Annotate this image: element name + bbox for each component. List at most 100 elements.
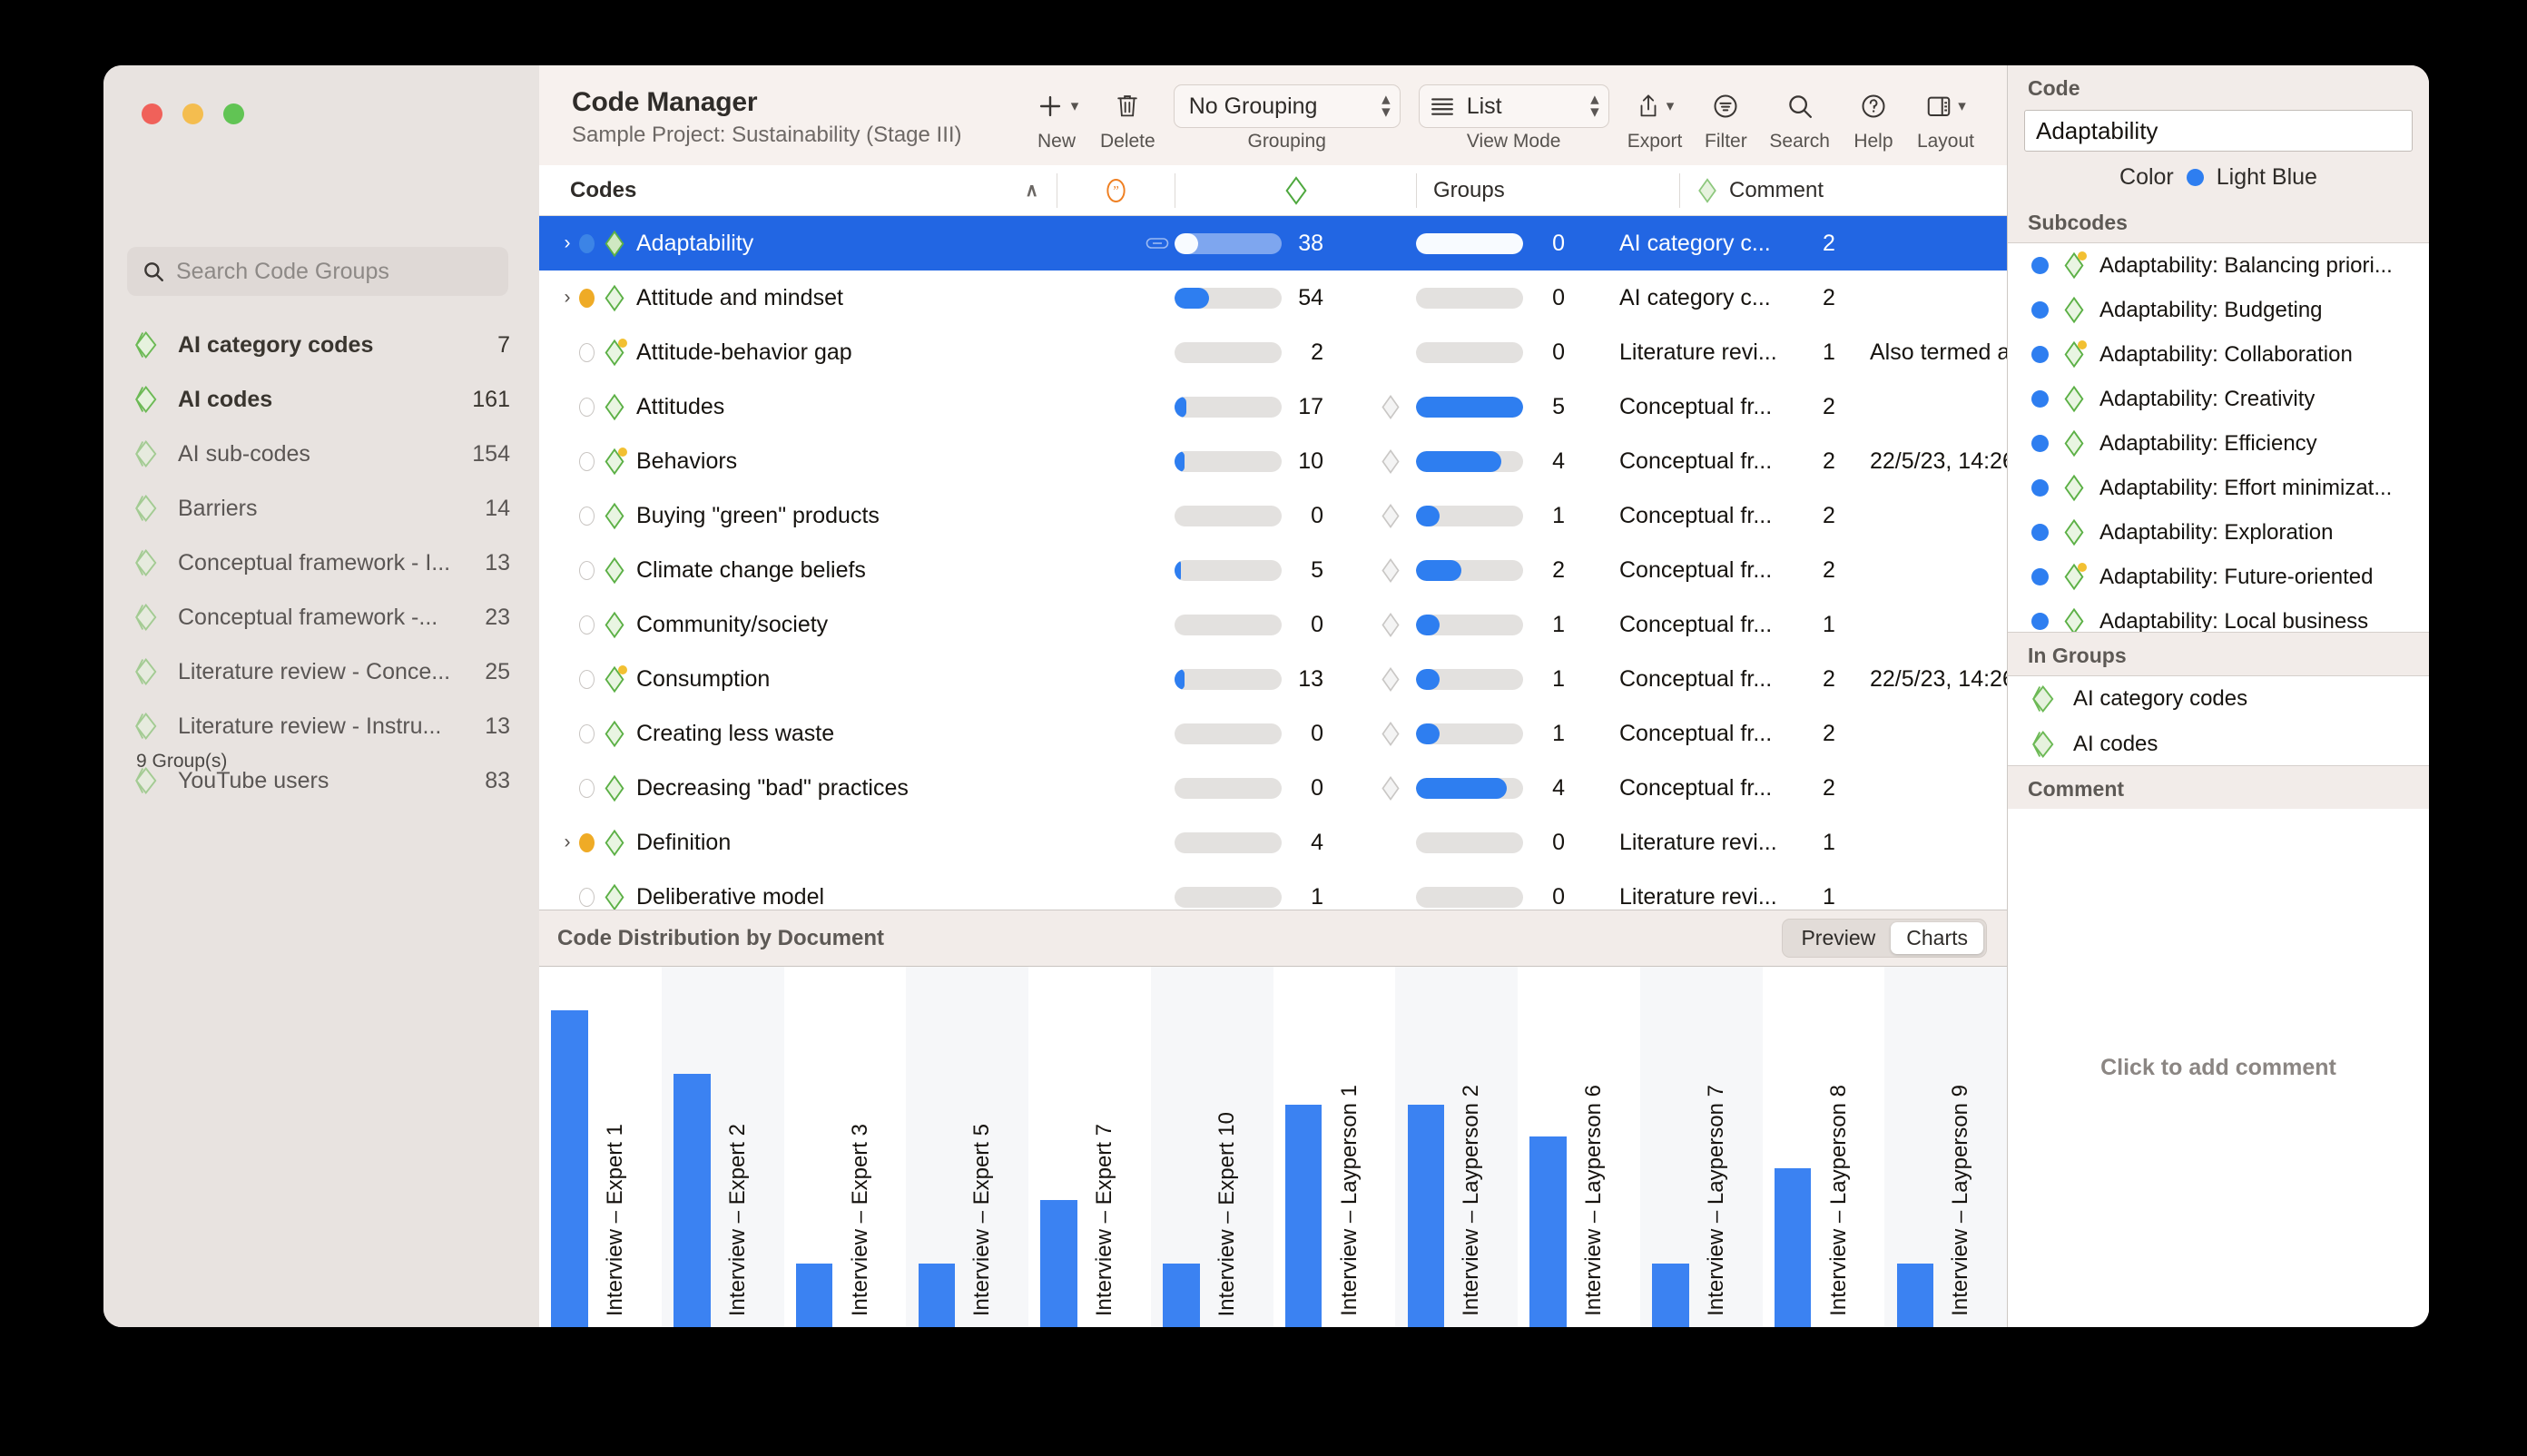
- search-button[interactable]: Search: [1760, 84, 1839, 152]
- code-diamond-icon: [2063, 251, 2085, 280]
- subcode-row[interactable]: Adaptability: Balancing priori...: [2008, 243, 2429, 288]
- tab-preview[interactable]: Preview: [1785, 922, 1891, 954]
- quotation-bar: [1175, 615, 1282, 635]
- table-row[interactable]: ›Definition40Literature revi...1: [539, 815, 2007, 870]
- chart-bar[interactable]: [1285, 1105, 1322, 1327]
- chart-bar[interactable]: [796, 1264, 832, 1327]
- code-color-row[interactable]: Color Light Blue: [2008, 152, 2429, 200]
- sidebar-item[interactable]: Barriers14: [103, 481, 539, 536]
- table-row[interactable]: Attitudes175Conceptual fr...2: [539, 379, 2007, 434]
- sidebar-item[interactable]: Conceptual framework - I...13: [103, 536, 539, 590]
- column-header-comment[interactable]: Comment: [1679, 173, 2007, 208]
- app-window: Search Code Groups AI category codes7AI …: [103, 65, 2429, 1327]
- chart-bar[interactable]: [1529, 1136, 1566, 1327]
- grouping-select[interactable]: No Grouping ▴▾: [1174, 84, 1401, 128]
- disclosure-triangle-icon[interactable]: ›: [556, 232, 579, 254]
- quotation-count-cell: 13: [1175, 666, 1365, 693]
- subcode-row[interactable]: Adaptability: Creativity: [2008, 377, 2429, 421]
- column-header-groups[interactable]: Groups: [1416, 173, 1679, 208]
- subcode-row[interactable]: Adaptability: Effort minimizat...: [2008, 466, 2429, 510]
- minimize-button[interactable]: [182, 103, 203, 124]
- code-diamond-icon: [2063, 474, 2085, 502]
- quotation-count: 0: [1293, 775, 1323, 802]
- density-count-cell: 0: [1416, 285, 1607, 311]
- table-row[interactable]: ›Attitude and mindset540AI category c...…: [539, 271, 2007, 325]
- sidebar-item[interactable]: AI category codes7: [103, 318, 539, 372]
- view-mode-select[interactable]: List ▴▾: [1419, 84, 1609, 128]
- export-button[interactable]: ▾ Export: [1618, 84, 1692, 152]
- help-button[interactable]: Help: [1839, 84, 1908, 152]
- table-row[interactable]: Decreasing "bad" practices04Conceptual f…: [539, 761, 2007, 815]
- chart-bar[interactable]: [1408, 1105, 1444, 1327]
- chart-bar[interactable]: [1040, 1200, 1077, 1327]
- chart-bar[interactable]: [674, 1074, 710, 1327]
- subcode-row[interactable]: Adaptability: Exploration: [2008, 510, 2429, 555]
- subcode-row[interactable]: Adaptability: Future-oriented: [2008, 555, 2429, 599]
- chart-bar[interactable]: [1897, 1264, 1933, 1327]
- preview-charts-toggle[interactable]: Preview Charts: [1782, 919, 1987, 958]
- density-icon-cell: [1365, 503, 1416, 529]
- grouping-control[interactable]: No Grouping ▴▾ Grouping: [1165, 84, 1410, 152]
- chart-header: Code Distribution by Document Preview Ch…: [539, 910, 2007, 967]
- chart-bar[interactable]: [1163, 1264, 1199, 1327]
- table-row[interactable]: ›Adaptability380AI category c...2: [539, 216, 2007, 271]
- code-color-dot-icon: [579, 398, 595, 417]
- search-icon: [142, 260, 165, 283]
- table-row[interactable]: Community/society01Conceptual fr...1: [539, 597, 2007, 652]
- table-row[interactable]: Creating less waste01Conceptual fr...2: [539, 706, 2007, 761]
- subcode-row[interactable]: Adaptability: Collaboration: [2008, 332, 2429, 377]
- chart-bar[interactable]: [1775, 1168, 1811, 1327]
- code-color-dot-icon: [2031, 524, 2049, 541]
- subcode-row[interactable]: Adaptability: Budgeting: [2008, 288, 2429, 332]
- sidebar-item[interactable]: AI sub-codes154: [103, 427, 539, 481]
- in-group-row[interactable]: AI category codes: [2008, 676, 2429, 722]
- layout-button[interactable]: ▾ Layout: [1908, 84, 1983, 152]
- table-header-row: Codes ∧ ” Groups: [539, 165, 2007, 216]
- chart-bar[interactable]: [919, 1264, 955, 1327]
- quotation-count: 4: [1293, 830, 1323, 856]
- disclosure-triangle-icon[interactable]: ›: [556, 287, 579, 309]
- sidebar-item[interactable]: Literature review - Instru...13: [103, 699, 539, 753]
- disclosure-triangle-icon[interactable]: ›: [556, 831, 579, 853]
- new-button[interactable]: ▾ New: [1022, 84, 1091, 152]
- table-row[interactable]: Deliberative model10Literature revi...1: [539, 870, 2007, 910]
- table-row[interactable]: Buying "green" products01Conceptual fr..…: [539, 488, 2007, 543]
- chart-bar[interactable]: [1652, 1264, 1688, 1327]
- quotation-count-cell: 0: [1175, 721, 1365, 747]
- table-row[interactable]: Behaviors104Conceptual fr...222/5/23, 14…: [539, 434, 2007, 488]
- view-mode-control[interactable]: List ▴▾ View Mode: [1410, 84, 1618, 152]
- code-group-icon: [134, 601, 162, 634]
- quotation-count-cell: 10: [1175, 448, 1365, 475]
- code-name-cell: ›Attitude and mindset: [539, 284, 1057, 312]
- chart-bar[interactable]: [551, 1010, 587, 1327]
- in-group-row[interactable]: AI codes: [2008, 722, 2429, 766]
- close-button[interactable]: [142, 103, 162, 124]
- link-icon: [1146, 235, 1169, 251]
- table-row[interactable]: Climate change beliefs52Conceptual fr...…: [539, 543, 2007, 597]
- groups-cell: Conceptual fr...: [1607, 448, 1806, 475]
- density-count: 0: [1534, 830, 1565, 856]
- table-row[interactable]: Consumption131Conceptual fr...222/5/23, …: [539, 652, 2007, 706]
- tab-charts[interactable]: Charts: [1891, 922, 1983, 954]
- delete-button[interactable]: Delete: [1091, 84, 1165, 152]
- code-table[interactable]: ›Adaptability380AI category c...2›Attitu…: [539, 216, 2007, 910]
- chart-column: Interview – Expert 3: [784, 967, 907, 1327]
- subcode-row[interactable]: Adaptability: Local business: [2008, 599, 2429, 633]
- comment-editor[interactable]: Click to add comment: [2008, 809, 2429, 1327]
- filter-button[interactable]: Filter: [1691, 84, 1760, 152]
- code-diamond-icon: [604, 556, 625, 585]
- column-header-codes[interactable]: Codes ∧: [539, 173, 1057, 208]
- in-groups-list[interactable]: AI category codesAI codes: [2008, 675, 2429, 766]
- sidebar-item[interactable]: Conceptual framework -...23: [103, 590, 539, 644]
- zoom-button[interactable]: [223, 103, 244, 124]
- table-row[interactable]: Attitude-behavior gap20Literature revi..…: [539, 325, 2007, 379]
- sidebar-item[interactable]: AI codes161: [103, 372, 539, 427]
- code-name-input[interactable]: Adaptability: [2024, 110, 2413, 152]
- subcode-row[interactable]: Adaptability: Efficiency: [2008, 421, 2429, 466]
- subcode-list[interactable]: Adaptability: Balancing priori...Adaptab…: [2008, 242, 2429, 633]
- column-header-density[interactable]: [1175, 173, 1416, 208]
- chart-column: Interview – Layperson 7: [1640, 967, 1763, 1327]
- column-header-quotations[interactable]: ”: [1057, 173, 1175, 208]
- sidebar-item[interactable]: Literature review - Conce...25: [103, 644, 539, 699]
- search-code-groups-field[interactable]: Search Code Groups: [127, 247, 508, 296]
